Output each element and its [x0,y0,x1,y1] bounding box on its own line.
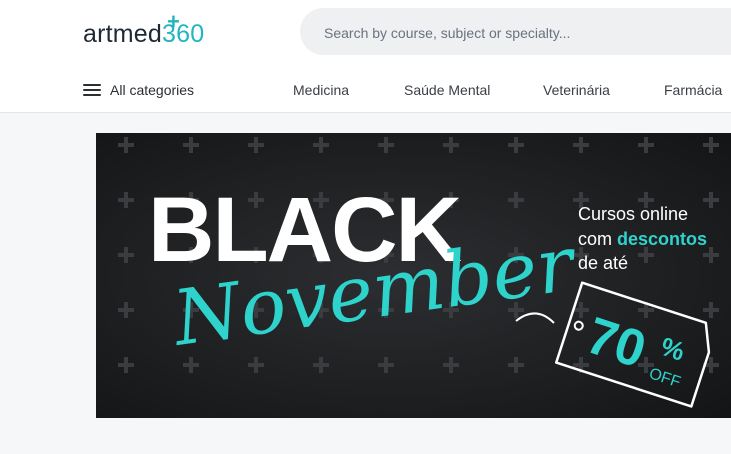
nav-item-saude-mental[interactable]: Saúde Mental [404,82,490,98]
all-categories-label: All categories [110,82,195,98]
banner-copy-line1: Cursos online [578,204,688,224]
site-header: artmed360 + All categories Medicina Saúd… [0,0,731,113]
search-input[interactable] [322,8,726,57]
search-bar [300,8,731,57]
banner-copy-line2: com descontos [578,229,707,249]
nav-item-medicina[interactable]: Medicina [293,82,349,98]
nav-item-veterinaria[interactable]: Veterinária [543,82,610,98]
banner-copy-line3: de até [578,253,628,273]
black-november-banner[interactable]: BLACK November Cursos online com descont… [96,133,731,418]
hamburger-menu-icon [83,83,101,97]
category-nav: All categories Medicina Saúde Mental Vet… [0,82,731,102]
logo-plus-icon: + [167,9,180,34]
logo-wordmark: artmed360 [83,20,205,48]
all-categories-button[interactable]: All categories [83,82,194,98]
nav-item-farmacia[interactable]: Farmácia [664,82,722,98]
banner-artwork: BLACK November Cursos online com descont… [96,133,731,418]
